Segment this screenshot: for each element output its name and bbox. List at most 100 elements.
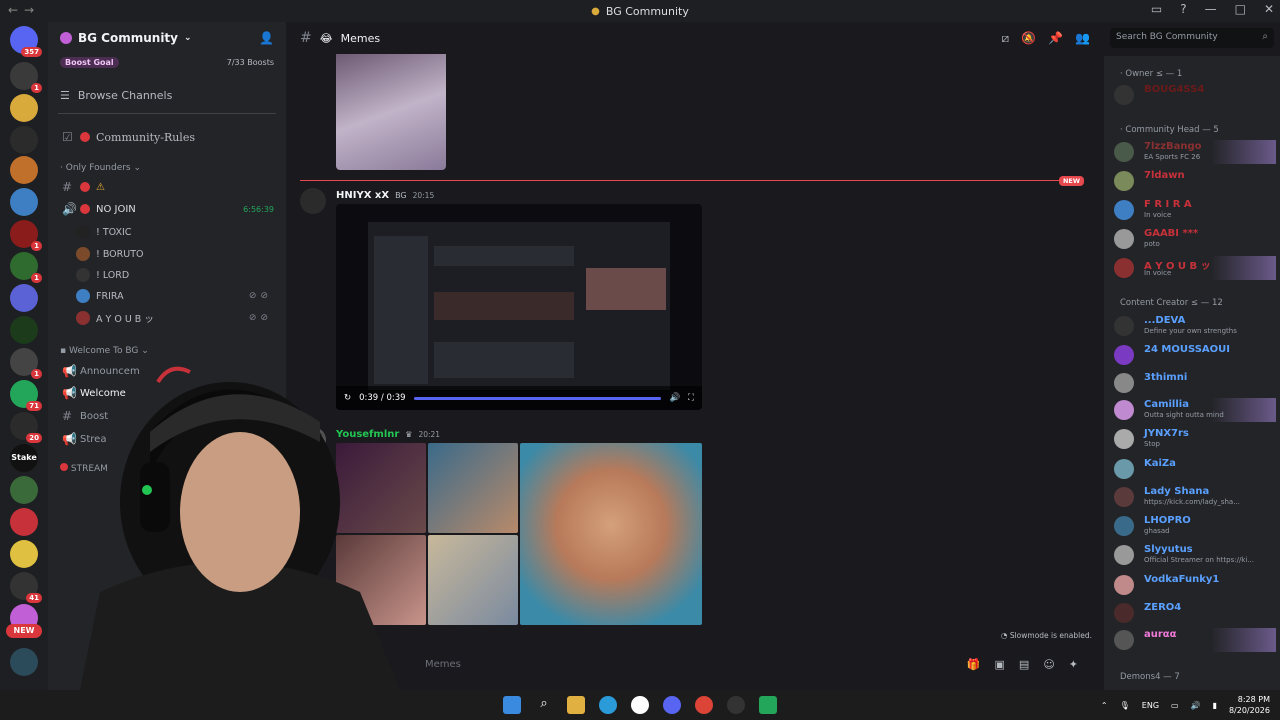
server-icon-stake[interactable]: Stake <box>10 444 38 472</box>
server-icon-11[interactable]: 71 <box>10 380 42 411</box>
message-image[interactable] <box>336 54 446 170</box>
member[interactable]: VodkaFunky1 <box>1114 573 1276 597</box>
invite-icon[interactable]: 👤 <box>259 31 274 45</box>
volume-icon[interactable]: 🔊 <box>1191 701 1201 710</box>
server-icon-4[interactable] <box>10 156 38 184</box>
browse-channels[interactable]: ☰ Browse Channels <box>48 84 286 106</box>
voice-user[interactable]: ! BORUTO <box>76 244 286 264</box>
server-icon-3[interactable] <box>10 126 38 154</box>
gif-icon[interactable]: ▣ <box>995 658 1005 671</box>
close-button[interactable]: ✕ <box>1264 2 1274 16</box>
inbox-icon[interactable]: ▭ <box>1151 2 1162 16</box>
muted-icon: ⊘⊘ <box>248 313 272 323</box>
history-nav[interactable]: ←→ <box>8 3 40 17</box>
file-explorer-icon[interactable] <box>567 696 585 714</box>
server-icon-6[interactable]: 1 <box>10 220 42 251</box>
member[interactable]: Camillia Outta sight outta mind <box>1114 398 1276 422</box>
telegram-icon[interactable] <box>599 696 617 714</box>
threads-icon[interactable]: ⧄ <box>1002 31 1010 46</box>
new-badge[interactable]: NEW <box>6 624 42 638</box>
voice-user[interactable]: FRIRA ⊘⊘ <box>76 286 286 306</box>
kick-icon[interactable] <box>759 696 777 714</box>
member[interactable]: 7ldawn <box>1114 169 1276 193</box>
app-icon[interactable] <box>631 696 649 714</box>
voice-user[interactable]: ! TOXIC <box>76 222 286 242</box>
emoji-icon[interactable]: ☺ <box>1043 658 1054 671</box>
volume-icon[interactable]: 🔊 <box>669 393 680 403</box>
member[interactable]: ZERO4 <box>1114 601 1276 625</box>
voice-user[interactable]: A Y O U B ッ ⊘⊘ <box>76 308 286 328</box>
server-icon-9[interactable] <box>10 316 38 344</box>
member[interactable]: Slyyutus Official Streamer on https://ki.… <box>1114 543 1276 567</box>
no-entry-icon <box>80 204 90 214</box>
boost-goal[interactable]: Boost Goal 7/33 Boosts <box>48 54 286 70</box>
server-icon-8[interactable] <box>10 284 38 312</box>
server-icon-10[interactable]: 1 <box>10 348 42 379</box>
fullscreen-icon[interactable]: ⛶ <box>688 393 694 403</box>
member-list-icon[interactable]: 👥 <box>1075 31 1090 46</box>
member[interactable]: KaiZa <box>1114 457 1276 481</box>
server-icon-17[interactable]: 41 <box>10 572 42 603</box>
video-progress-bar[interactable] <box>413 396 662 400</box>
category-welcome[interactable]: ▪ Welcome To BG ⌄ <box>60 346 149 356</box>
chrome-icon[interactable] <box>695 696 713 714</box>
category-only-founders[interactable]: · Only Founders ⌄ <box>60 163 141 173</box>
message-author[interactable]: HNIYX xX <box>336 190 389 201</box>
member[interactable]: Lady Shana https://kick.com/lady_sha... <box>1114 485 1276 509</box>
pin-icon[interactable]: 📌 <box>1048 31 1063 46</box>
member[interactable]: A Y O U B ッ In voice <box>1114 256 1276 280</box>
system-tray: ⌃ 🎙 ENG ▭ 🔊 ▮ 8:28 PM 8/20/2026 <box>1101 690 1270 720</box>
member[interactable]: F R I R A In voice <box>1114 198 1276 222</box>
microphone-icon[interactable]: 🎙 <box>1120 701 1130 710</box>
image-attachment[interactable] <box>520 443 702 625</box>
clock[interactable]: 8:28 PM 8/20/2026 <box>1229 694 1270 716</box>
search-icon[interactable]: ⌕ <box>535 696 553 714</box>
member[interactable]: 24 MOUSSAOUI <box>1114 343 1276 367</box>
image-attachment[interactable] <box>428 535 518 625</box>
voice-user[interactable]: ! LORD <box>76 265 286 285</box>
server-icon-1[interactable]: 1 <box>10 62 42 93</box>
channel-community-rules[interactable]: ☑ Community-Rules <box>56 127 280 147</box>
chevron-up-icon[interactable]: ⌃ <box>1101 701 1108 710</box>
server-icon-16[interactable] <box>10 540 38 568</box>
channel-warning[interactable]: # ⚠ <box>56 177 280 197</box>
sticker-icon[interactable]: ▤ <box>1019 658 1029 671</box>
start-icon[interactable] <box>503 696 521 714</box>
image-attachment[interactable] <box>428 443 518 533</box>
member[interactable]: aurαα <box>1114 628 1276 652</box>
role-category-demons: Demons4 — 7 <box>1120 672 1180 682</box>
obs-icon[interactable] <box>727 696 745 714</box>
message-composer[interactable]: Memes 🎁 ▣ ▤ ☺ ✦ <box>300 652 1090 676</box>
server-icon-7[interactable]: 1 <box>10 252 42 283</box>
voice-channel-no-join[interactable]: 🔊 NO JOIN 6:56:39 <box>56 199 280 219</box>
server-icon-15[interactable] <box>10 508 38 536</box>
battery-icon[interactable]: ▮ <box>1213 701 1217 710</box>
maximize-button[interactable]: □ <box>1235 2 1246 16</box>
display-icon[interactable]: ▭ <box>1171 701 1179 710</box>
apps-icon[interactable]: ✦ <box>1069 658 1078 671</box>
avatar[interactable] <box>300 188 326 214</box>
notifications-off-icon[interactable]: 🔕 <box>1021 31 1036 46</box>
member[interactable]: ...DEVA Define your own strengths <box>1114 314 1276 338</box>
member[interactable]: BOUG4SS4 <box>1114 83 1276 107</box>
guild-header[interactable]: BG Community ⌄ 👤 <box>48 22 286 54</box>
language-indicator[interactable]: ENG <box>1142 701 1159 710</box>
member[interactable]: 3thimni <box>1114 371 1276 395</box>
server-icon-5[interactable] <box>10 188 38 216</box>
server-icon-14[interactable] <box>10 476 38 504</box>
gift-icon[interactable]: 🎁 <box>967 658 981 671</box>
webcam-overlay <box>80 366 400 690</box>
discord-icon[interactable] <box>663 696 681 714</box>
server-icon-12[interactable]: 20 <box>10 412 42 443</box>
server-icon-bg[interactable] <box>10 94 38 122</box>
member[interactable]: LHOPRO ghasad <box>1114 514 1276 538</box>
os-taskbar: ⌕ ⌃ 🎙 ENG ▭ 🔊 ▮ 8:28 PM 8/20/2026 <box>0 690 1280 720</box>
server-icon-19[interactable] <box>10 648 38 676</box>
member[interactable]: GAABI *** poto <box>1114 227 1276 251</box>
help-icon[interactable]: ? <box>1180 2 1186 16</box>
member[interactable]: 7lzzBango EA Sports FC 26 <box>1114 140 1276 164</box>
member[interactable]: JYNX7rs Stop <box>1114 427 1276 451</box>
search-input[interactable]: Search BG Community ⌕ <box>1110 28 1274 48</box>
minimize-button[interactable]: — <box>1205 2 1217 16</box>
home-button[interactable]: 357 <box>10 26 42 57</box>
